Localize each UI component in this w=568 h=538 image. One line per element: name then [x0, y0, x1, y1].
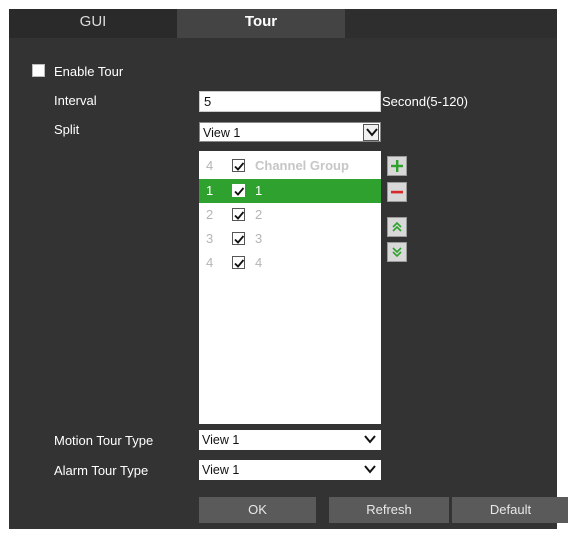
tour-settings-panel: GUI Tour Enable Tour Interval 5 Second(5… — [9, 9, 568, 529]
check-icon — [234, 187, 245, 196]
header-name: Channel Group — [255, 158, 349, 173]
check-icon — [234, 259, 245, 268]
list-item[interactable]: 2 2 — [199, 203, 381, 227]
check-icon — [234, 162, 245, 171]
row-index: 3 — [206, 231, 214, 246]
row-checkbox[interactable] — [232, 208, 245, 221]
row-checkbox[interactable] — [232, 232, 245, 245]
list-header-row: 4 Channel Group — [199, 154, 381, 178]
tab-strip-filler — [345, 9, 557, 38]
split-select[interactable]: View 1 — [199, 122, 381, 142]
row-checkbox[interactable] — [232, 256, 245, 269]
row-name: 4 — [255, 255, 263, 270]
chevron-down-icon — [362, 432, 378, 447]
plus-icon — [391, 160, 403, 172]
minus-icon — [391, 190, 403, 194]
row-index: 4 — [206, 255, 214, 270]
row-name: 3 — [255, 231, 263, 246]
channel-list: 4 Channel Group 1 1 2 2 3 3 4 4 — [199, 151, 381, 424]
chevron-down-icon — [362, 462, 378, 477]
alarm-tour-type-select[interactable]: View 1 — [199, 460, 381, 480]
move-down-button[interactable] — [387, 242, 407, 262]
split-label: Split — [54, 122, 80, 137]
check-icon — [234, 235, 245, 244]
row-checkbox[interactable] — [232, 184, 245, 197]
list-item[interactable]: 3 3 — [199, 227, 381, 251]
tab-tour[interactable]: Tour — [177, 9, 345, 38]
move-down-icon — [392, 247, 402, 258]
chevron-down-icon — [363, 124, 379, 141]
interval-input[interactable]: 5 — [199, 91, 381, 112]
alarm-tour-type-value: View 1 — [202, 463, 240, 477]
split-value: View 1 — [203, 126, 241, 140]
refresh-button[interactable]: Refresh — [329, 497, 449, 523]
add-channel-button[interactable] — [387, 156, 407, 176]
check-icon — [234, 211, 245, 220]
motion-tour-type-select[interactable]: View 1 — [199, 430, 381, 450]
row-index: 2 — [206, 207, 214, 222]
header-index: 4 — [206, 158, 214, 173]
ok-button[interactable]: OK — [199, 497, 316, 523]
motion-tour-type-value: View 1 — [202, 433, 240, 447]
move-up-button[interactable] — [387, 217, 407, 237]
row-name: 2 — [255, 207, 263, 222]
move-up-icon — [392, 221, 402, 232]
tab-gui[interactable]: GUI — [9, 9, 177, 38]
row-name: 1 — [255, 183, 263, 198]
interval-label: Interval — [54, 93, 97, 108]
enable-tour-label: Enable Tour — [54, 64, 124, 79]
list-item[interactable]: 4 4 — [199, 251, 381, 275]
alarm-tour-type-label: Alarm Tour Type — [54, 463, 149, 478]
remove-channel-button[interactable] — [387, 182, 407, 202]
row-index: 1 — [206, 183, 214, 198]
enable-tour-checkbox[interactable] — [32, 64, 45, 77]
select-all-checkbox[interactable] — [232, 159, 245, 172]
interval-unit: Second(5-120) — [382, 94, 468, 109]
motion-tour-type-label: Motion Tour Type — [54, 433, 154, 448]
default-button[interactable]: Default — [452, 497, 568, 523]
list-item[interactable]: 1 1 — [199, 179, 381, 203]
